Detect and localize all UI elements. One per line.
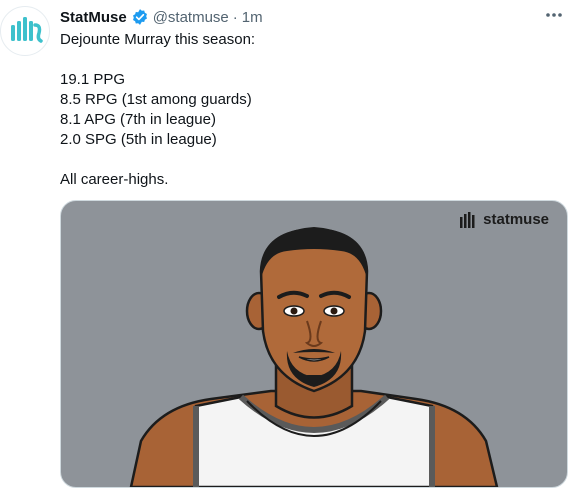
avatar[interactable] <box>0 6 50 56</box>
tweet-line: 19.1 PPG <box>60 71 126 88</box>
tweet-line <box>60 150 560 170</box>
tweet-header: StatMuse @statmuse · 1m <box>60 6 263 28</box>
tweet-line: All career-highs. <box>60 171 169 188</box>
more-options-icon[interactable] <box>544 8 564 22</box>
tweet-line <box>60 50 560 70</box>
tweet-media[interactable]: statmuse <box>60 200 568 488</box>
statmuse-logo-icon <box>11 17 43 43</box>
tweet-line: 8.5 RPG (1st among guards) <box>60 91 252 108</box>
separator-dot: · <box>232 8 238 26</box>
tweet-line: Dejounte Murray this season: <box>60 31 256 48</box>
verified-badge-icon <box>131 8 149 26</box>
tweet-line: 2.0 SPG (5th in league) <box>60 131 217 148</box>
tweet-line: 8.1 APG (7th in league) <box>60 111 216 128</box>
account-handle[interactable]: @statmuse <box>153 9 229 26</box>
tweet-text: Dejounte Murray this season: 19.1 PPG 8.… <box>60 30 560 190</box>
account-name[interactable]: StatMuse <box>60 9 127 26</box>
tweet-timestamp[interactable]: 1m <box>242 9 263 26</box>
player-illustration <box>129 227 499 487</box>
